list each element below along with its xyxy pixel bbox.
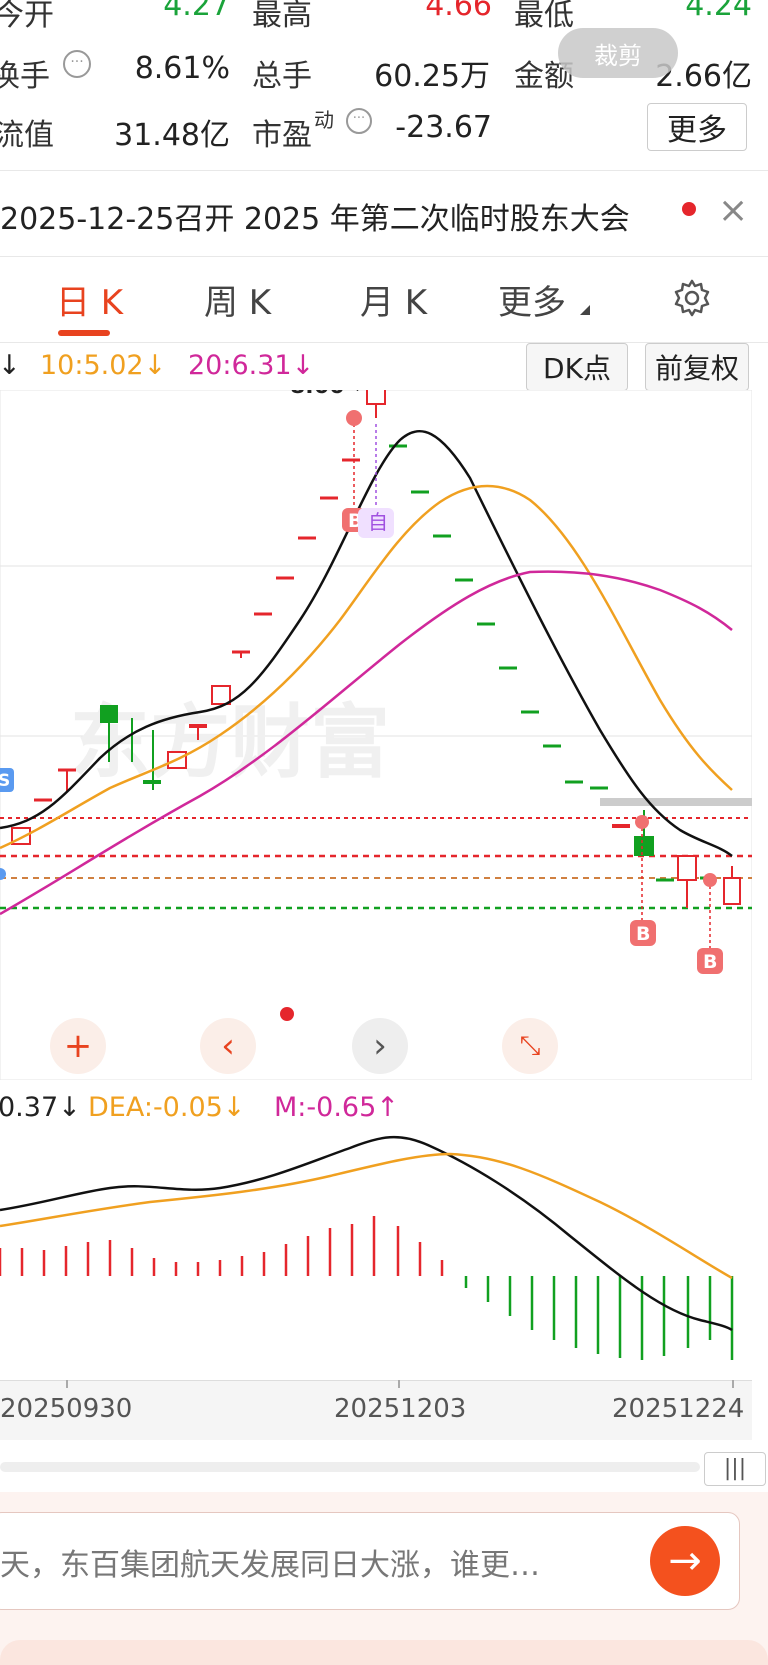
- info-icon[interactable]: ···: [63, 50, 91, 78]
- tab-daily-k[interactable]: 日 K: [56, 275, 123, 324]
- notice-text[interactable]: 2025-12-25召开 2025 年第二次临时股东大会: [0, 194, 630, 238]
- stat-label-open: 今开: [0, 0, 54, 33]
- tab-monthly-k[interactable]: 月 K: [360, 275, 427, 324]
- stat-label-high: 最高: [252, 0, 312, 33]
- tab-weekly-k[interactable]: 周 K: [204, 275, 271, 324]
- buy-point-dot: [635, 815, 649, 829]
- ma5-legend: ↓: [0, 350, 21, 381]
- sell-marker-label: S: [0, 771, 10, 791]
- fullscreen-button[interactable]: ⤡: [502, 1018, 558, 1074]
- bottom-sheet: [0, 1640, 768, 1665]
- unread-dot: [682, 202, 696, 216]
- more-stats-button[interactable]: 更多: [647, 103, 747, 151]
- stat-value-pe: -23.67: [395, 110, 492, 145]
- macd-dif-line: [0, 1135, 733, 1332]
- scroll-left-button[interactable]: ‹: [200, 1018, 256, 1074]
- tab-more[interactable]: 更多: [498, 275, 566, 324]
- buy-marker-label: B: [636, 923, 650, 945]
- date-label: 20251203: [334, 1394, 467, 1424]
- date-label: 20251224: [612, 1394, 745, 1424]
- stat-value-high: 4.66: [425, 0, 492, 23]
- stat-value-low: 4.24: [685, 0, 752, 23]
- tab-active-indicator: [58, 330, 110, 336]
- macd-bars-positive: [0, 1216, 444, 1276]
- candle: [366, 390, 386, 405]
- buy-marker-label: B: [703, 951, 717, 973]
- scroll-right-button[interactable]: ›: [352, 1018, 408, 1074]
- macd-dif-legend: 0.37↓: [0, 1092, 81, 1123]
- stat-value-turnover: 8.61%: [134, 51, 230, 86]
- stat-value-open: 4.27: [163, 0, 230, 23]
- chevron-left-icon: ‹: [221, 1026, 235, 1066]
- stat-label-volume: 总手: [252, 59, 312, 94]
- stat-label-pe-sup: 动: [314, 108, 334, 132]
- zoom-in-button[interactable]: +: [50, 1018, 106, 1074]
- chevron-right-icon: ›: [373, 1026, 387, 1066]
- candle: [100, 705, 118, 723]
- macd-chart[interactable]: [0, 1130, 752, 1390]
- stat-label-turnover: 换手: [0, 59, 50, 94]
- kline-chart[interactable]: 东方财富 B 自 B B S: [0, 390, 752, 1080]
- crop-button[interactable]: 裁剪: [558, 28, 678, 78]
- ma10-legend: 10:5.02↓: [40, 350, 167, 381]
- buy-point-dot: [703, 873, 717, 887]
- expand-icon: ⤡: [519, 1030, 541, 1061]
- arrow-right-icon: →: [668, 1538, 702, 1584]
- high-price-label: 8.66→: [290, 390, 363, 399]
- macd-dea-legend: DEA:-0.05↓: [88, 1092, 246, 1123]
- macd-m-legend: M:-0.65↑: [274, 1092, 399, 1123]
- forward-adjust-button[interactable]: 前复权: [645, 343, 749, 391]
- dk-point-button[interactable]: DK点: [526, 343, 628, 391]
- ma20-legend: 20:6.31↓: [188, 350, 315, 381]
- candle: [723, 877, 741, 905]
- buy-point-dot: [346, 410, 362, 426]
- self-select-label: 自: [368, 510, 388, 534]
- date-axis: 20250930 20251203 20251224: [0, 1380, 752, 1440]
- candle: [634, 836, 654, 856]
- stat-value-float-value: 31.48亿: [114, 118, 230, 153]
- close-icon[interactable]: ×: [718, 190, 748, 231]
- more-dropdown-icon: [580, 305, 590, 315]
- stat-label-float-value: 流值: [0, 118, 54, 153]
- stat-label-low: 最低: [514, 0, 574, 33]
- candle: [677, 855, 697, 881]
- date-label: 20250930: [0, 1394, 133, 1424]
- stat-value-volume: 60.25万: [374, 59, 490, 94]
- scrollbar-handle[interactable]: |||: [704, 1452, 766, 1486]
- candle: [211, 685, 231, 705]
- plus-icon: +: [63, 1026, 93, 1066]
- stat-label-pe: 市盈: [252, 118, 312, 153]
- news-ticker-text[interactable]: 天，东百集团航天发展同日大涨，谁更…: [0, 1540, 540, 1584]
- settings-gear-icon[interactable]: [672, 278, 712, 322]
- info-icon[interactable]: ···: [346, 108, 372, 134]
- scrollbar-track[interactable]: [0, 1462, 700, 1472]
- dk-point-label: DK点: [543, 352, 611, 385]
- submit-button[interactable]: →: [650, 1526, 720, 1596]
- page-indicator-dot: [280, 1007, 294, 1021]
